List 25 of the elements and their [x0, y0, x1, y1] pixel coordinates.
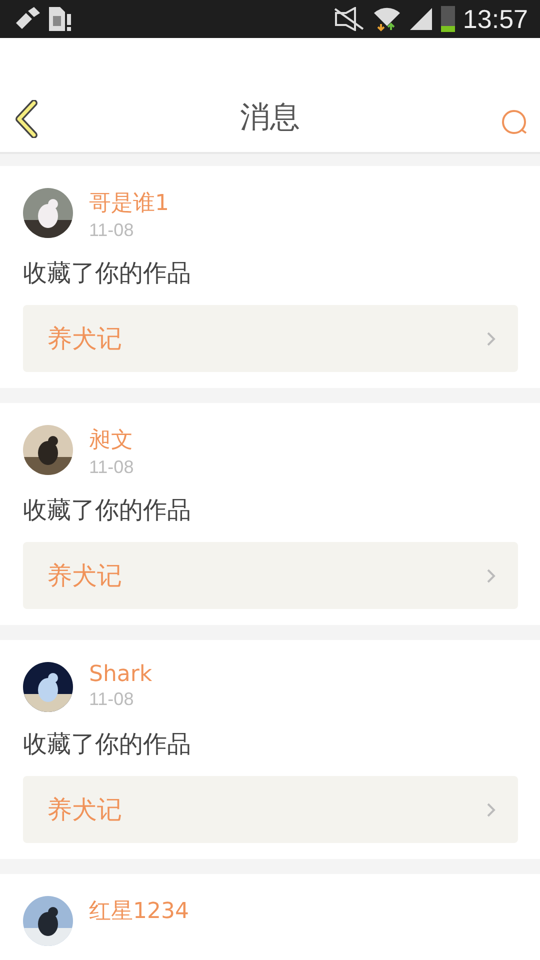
- page-title: 消息: [240, 99, 300, 137]
- work-link[interactable]: 养犬记: [23, 776, 518, 843]
- user-name[interactable]: 红星1234: [89, 896, 189, 926]
- chevron-right-icon: [486, 802, 496, 818]
- message-text: 收藏了你的作品: [23, 729, 192, 760]
- battery-icon: [440, 6, 455, 32]
- message-text: 收藏了你的作品: [23, 258, 192, 289]
- user-name[interactable]: Shark: [89, 662, 152, 687]
- work-link[interactable]: 养犬记: [23, 542, 518, 609]
- mute-icon: [332, 7, 365, 31]
- user-name[interactable]: 哥是谁1: [89, 188, 169, 218]
- clock-time: 13:57: [462, 4, 528, 34]
- message-date: 11-08: [89, 457, 134, 478]
- work-link[interactable]: 养犬记: [23, 305, 518, 372]
- signal-icon: [408, 7, 433, 31]
- message-date: 11-08: [89, 220, 135, 241]
- message-date: 11-08: [89, 689, 135, 710]
- message-text: 收藏了你的作品: [23, 495, 192, 526]
- sim-card-icon: [48, 6, 72, 32]
- wifi-icon: [372, 6, 401, 32]
- paint-brush-icon: [14, 7, 40, 31]
- user-name[interactable]: 昶文: [89, 425, 134, 455]
- back-button[interactable]: [14, 100, 40, 138]
- chevron-right-icon: [486, 568, 496, 584]
- chevron-right-icon: [486, 330, 496, 346]
